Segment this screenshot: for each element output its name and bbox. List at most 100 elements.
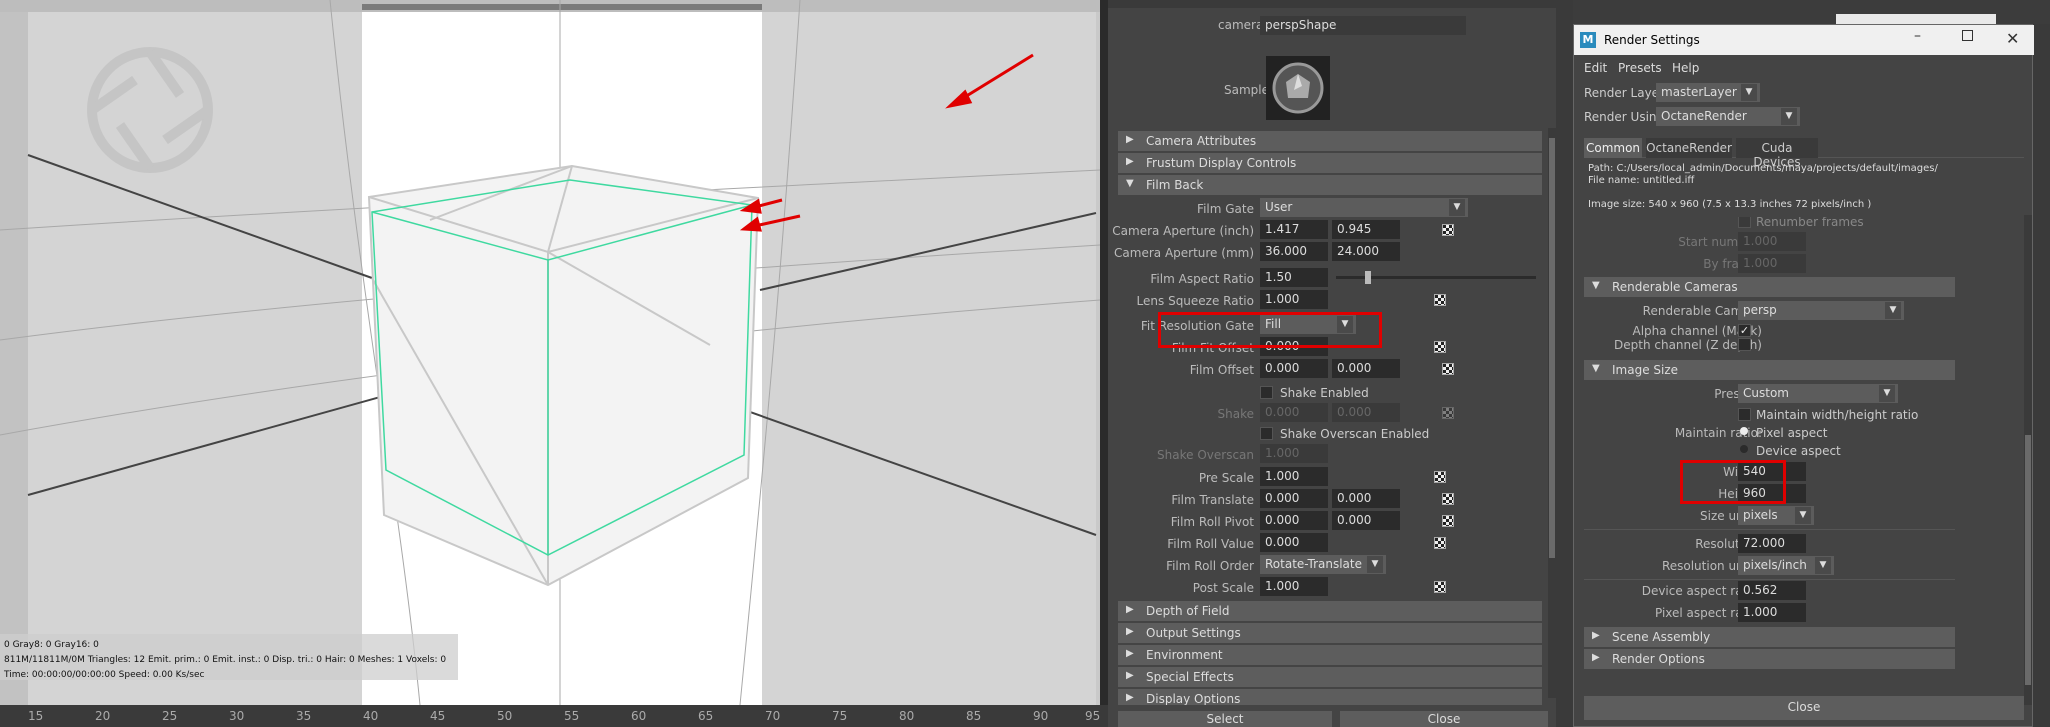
shake-overscan-enabled-checkbox[interactable] <box>1260 427 1273 440</box>
aperture-mm-y-field[interactable]: 24.000 <box>1332 242 1400 261</box>
shake-x-field[interactable]: 0.000 <box>1260 403 1328 422</box>
rs-scrollbar-thumb[interactable] <box>2025 435 2031 685</box>
shake-overscan-field[interactable]: 1.000 <box>1260 444 1328 463</box>
texture-map-icon[interactable] <box>1434 471 1446 483</box>
section-renderable-cameras[interactable]: ▼ Renderable Cameras <box>1584 277 1955 297</box>
section-environment[interactable]: ▶ Environment <box>1118 645 1542 665</box>
select-button[interactable]: Select <box>1118 711 1332 727</box>
texture-map-icon[interactable] <box>1434 537 1446 549</box>
shake-y-field[interactable]: 0.000 <box>1332 403 1400 422</box>
roll-value-field[interactable]: 0.000 <box>1260 533 1328 552</box>
texture-map-icon[interactable] <box>1434 341 1446 353</box>
rs-scrollbar[interactable] <box>2024 215 2032 705</box>
texture-map-icon[interactable] <box>1442 363 1454 375</box>
presets-dropdown[interactable]: Custom ▼ <box>1738 384 1898 403</box>
pixel-aspect-ratio-field[interactable]: 1.000 <box>1738 603 1806 622</box>
rs-close-button[interactable]: Close <box>1584 696 2024 720</box>
section-frustum[interactable]: ▶ Frustum Display Controls <box>1118 153 1542 173</box>
section-film-back[interactable]: ▼ Film Back <box>1118 175 1542 195</box>
renderable-camera-dropdown[interactable]: persp ▼ <box>1738 301 1904 320</box>
pixel-aspect-ratio-row: Pixel aspect ratio: 1.000 <box>1584 603 2024 623</box>
section-scene-assembly[interactable]: ▶ Scene Assembly <box>1584 627 1955 647</box>
aperture-inch-y-field[interactable]: 0.945 <box>1332 220 1400 239</box>
dropdown-value: pixels/inch <box>1743 558 1807 572</box>
rs-scroll-content: Renumber frames Start number: 1.000 By f… <box>1584 217 2024 707</box>
film-offset-x-field[interactable]: 0.000 <box>1260 359 1328 378</box>
texture-map-icon[interactable] <box>1442 515 1454 527</box>
aperture-mm-x-field[interactable]: 36.000 <box>1260 242 1328 261</box>
post-scale-field[interactable]: 1.000 <box>1260 577 1328 596</box>
texture-map-icon[interactable] <box>1442 493 1454 505</box>
sample-swatch[interactable] <box>1266 56 1330 120</box>
shake-enabled-checkbox[interactable] <box>1260 386 1273 399</box>
film-gate-dropdown[interactable]: User ▼ <box>1260 198 1468 217</box>
lens-squeeze-field[interactable]: 1.000 <box>1260 290 1328 309</box>
start-number-field[interactable]: 1.000 <box>1738 232 1806 251</box>
device-aspect-ratio-field[interactable]: 0.562 <box>1738 581 1806 600</box>
depth-checkbox[interactable] <box>1738 338 1751 351</box>
chevron-down-icon: ▼ <box>1781 108 1797 125</box>
film-aspect-slider-handle[interactable] <box>1365 271 1372 284</box>
maintain-wh-checkbox[interactable] <box>1738 408 1751 421</box>
section-special-effects[interactable]: ▶ Special Effects <box>1118 667 1542 687</box>
sample-label: Sample <box>1224 83 1269 97</box>
timeline-tick: 95 <box>1085 709 1101 723</box>
tab-common[interactable]: Common <box>1584 138 1642 158</box>
ae-scrollbar[interactable] <box>1548 128 1556 698</box>
size-units-dropdown[interactable]: pixels ▼ <box>1738 506 1814 525</box>
renumber-checkbox[interactable] <box>1738 217 1751 228</box>
texture-map-icon[interactable] <box>1434 581 1446 593</box>
resolution-field[interactable]: 72.000 <box>1738 534 1806 553</box>
aperture-mm-label: Camera Aperture (mm) <box>1114 246 1254 260</box>
roll-pivot-x-field[interactable]: 0.000 <box>1260 511 1328 530</box>
section-image-size[interactable]: ▼ Image Size <box>1584 360 1955 380</box>
menu-edit[interactable]: Edit <box>1584 61 1607 75</box>
device-aspect-radio[interactable] <box>1740 445 1748 453</box>
texture-map-icon[interactable] <box>1434 294 1446 306</box>
renumber-label: Renumber frames <box>1756 217 1864 229</box>
render-layer-dropdown[interactable]: masterLayer ▼ <box>1656 83 1760 102</box>
film-gate-label: Film Gate <box>1197 202 1254 216</box>
tab-octanerender[interactable]: OctaneRender <box>1646 138 1732 158</box>
time-slider[interactable]: 15 20 25 30 35 40 45 50 55 60 65 70 75 8… <box>0 705 1108 727</box>
film-aspect-field[interactable]: 1.50 <box>1260 268 1328 287</box>
background-side-strip <box>2033 24 2050 727</box>
film-translate-x-field[interactable]: 0.000 <box>1260 489 1328 508</box>
film-translate-y-field[interactable]: 0.000 <box>1332 489 1400 508</box>
texture-map-icon[interactable] <box>1442 407 1454 419</box>
film-offset-y-field[interactable]: 0.000 <box>1332 359 1400 378</box>
resolution-units-dropdown[interactable]: pixels/inch ▼ <box>1738 556 1834 575</box>
menu-help[interactable]: Help <box>1672 61 1699 75</box>
divider <box>1584 579 1955 580</box>
section-camera-attributes[interactable]: ▶ Camera Attributes <box>1118 131 1542 151</box>
chevron-down-icon: ▼ <box>1795 507 1811 524</box>
section-output-settings[interactable]: ▶ Output Settings <box>1118 623 1542 643</box>
render-using-dropdown[interactable]: OctaneRender ▼ <box>1656 107 1800 126</box>
attribute-editor: camera: perspShape Sample ▶ Camera Attrib… <box>1108 0 1556 727</box>
cube-mesh <box>367 164 760 587</box>
render-settings-titlebar[interactable]: M Render Settings – ✕ <box>1574 25 2034 55</box>
section-render-options[interactable]: ▶ Render Options <box>1584 649 1955 669</box>
roll-value-label: Film Roll Value <box>1167 537 1254 551</box>
by-frame-field[interactable]: 1.000 <box>1738 254 1806 273</box>
aperture-inch-x-field[interactable]: 1.417 <box>1260 220 1328 239</box>
pixel-aspect-radio[interactable] <box>1740 427 1748 435</box>
ae-close-button[interactable]: Close <box>1340 711 1548 727</box>
minimize-icon[interactable]: – <box>1914 28 1921 44</box>
tab-cuda-devices[interactable]: Cuda Devices <box>1736 138 1818 169</box>
ae-scrollbar-thumb[interactable] <box>1549 138 1555 558</box>
roll-order-dropdown[interactable]: Rotate-Translate ▼ <box>1260 555 1386 574</box>
3d-viewport[interactable]: 0 Gray8: 0 Gray16: 0 811M/11811M/0M Tria… <box>0 0 1100 710</box>
roll-pivot-y-field[interactable]: 0.000 <box>1332 511 1400 530</box>
section-display-options[interactable]: ▶ Display Options <box>1118 689 1542 705</box>
menu-presets[interactable]: Presets <box>1618 61 1662 75</box>
section-depth-of-field[interactable]: ▶ Depth of Field <box>1118 601 1542 621</box>
section-title: Output Settings <box>1146 626 1241 640</box>
close-icon[interactable]: ✕ <box>2006 29 2019 48</box>
roll-order-label: Film Roll Order <box>1166 559 1254 573</box>
texture-map-icon[interactable] <box>1442 224 1454 236</box>
camera-name-field[interactable]: perspShape <box>1260 16 1466 35</box>
timeline-tick: 85 <box>966 709 982 723</box>
pre-scale-field[interactable]: 1.000 <box>1260 467 1328 486</box>
maximize-icon[interactable] <box>1962 30 1973 41</box>
